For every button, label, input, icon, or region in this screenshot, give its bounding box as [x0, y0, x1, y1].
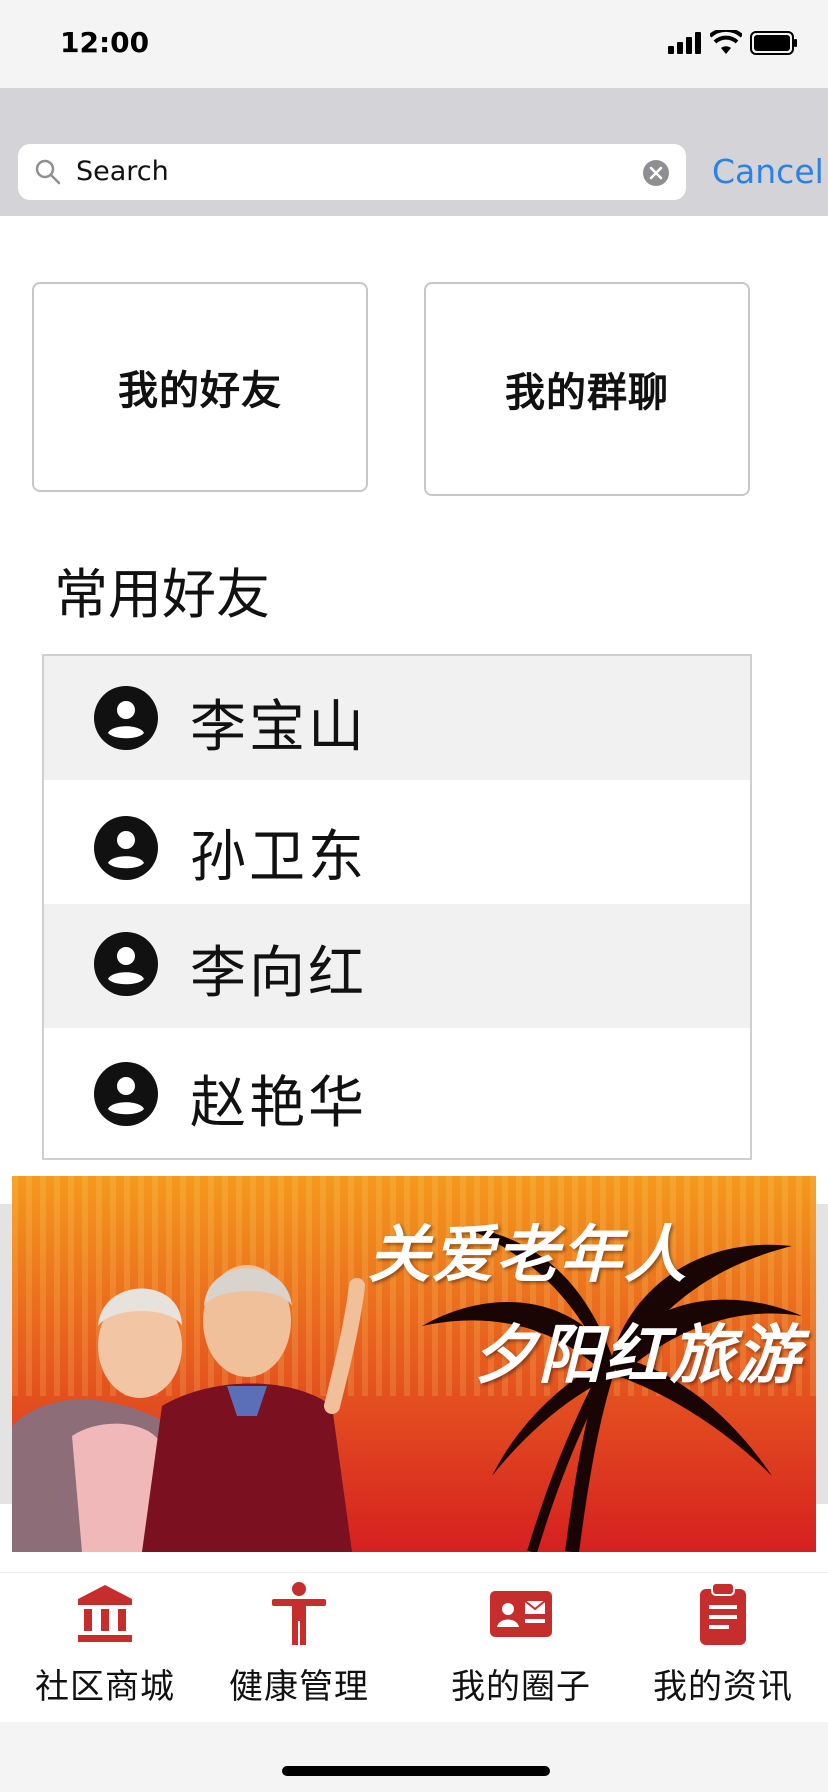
contact-card-icon — [490, 1591, 552, 1637]
tab-label: 我的圈子 — [451, 1667, 591, 1707]
tab-label: 健康管理 — [229, 1667, 369, 1707]
battery-icon — [750, 31, 797, 55]
tab-label: 社区商城 — [35, 1667, 175, 1707]
section-title: 常用好友 — [54, 563, 270, 626]
clear-search-icon[interactable] — [642, 159, 670, 187]
bottom-tab-bar: 社区商城 健康管理 我的圈子 我的资讯 — [0, 1572, 828, 1722]
clipboard-icon — [700, 1582, 746, 1645]
my-groups-button[interactable]: 我的群聊 — [424, 282, 750, 496]
my-friends-label: 我的好友 — [118, 368, 282, 414]
person-avatar-icon — [94, 686, 158, 750]
my-friends-button[interactable]: 我的好友 — [32, 282, 368, 492]
banner-edge — [0, 1204, 12, 1504]
friend-name: 李向红 — [190, 941, 367, 1006]
tab-label: 我的资讯 — [653, 1667, 793, 1707]
cancel-button[interactable]: Cancel — [712, 152, 824, 191]
home-indicator[interactable] — [282, 1766, 550, 1776]
search-placeholder[interactable]: Search — [76, 156, 169, 187]
list-item[interactable]: 李向红 — [44, 904, 750, 1028]
person-avatar-icon — [94, 932, 158, 996]
frequent-friends-list: 李宝山 孙卫东 李向红 赵艳华 — [42, 654, 752, 1160]
person-avatar-icon — [94, 1062, 158, 1126]
my-groups-label: 我的群聊 — [505, 370, 669, 416]
tab-health-management[interactable]: 健康管理 — [208, 1573, 390, 1723]
friend-name: 李宝山 — [190, 695, 367, 760]
wifi-icon — [710, 30, 742, 54]
list-item[interactable]: 李宝山 — [44, 656, 750, 780]
list-item[interactable]: 孙卫东 — [44, 780, 750, 904]
banner-subheadline: 夕阳红旅游 — [472, 1319, 802, 1393]
tab-community-mall[interactable]: 社区商城 — [14, 1573, 196, 1723]
status-time: 12:00 — [60, 26, 150, 59]
list-item[interactable]: 赵艳华 — [44, 1028, 750, 1158]
tab-my-news[interactable]: 我的资讯 — [632, 1573, 814, 1723]
cellular-signal-icon — [668, 32, 701, 54]
tab-my-circle[interactable]: 我的圈子 — [430, 1573, 612, 1723]
home-indicator-area — [0, 1722, 828, 1792]
person-avatar-icon — [94, 816, 158, 880]
accessibility-icon — [272, 1582, 326, 1645]
friend-name: 孙卫东 — [190, 825, 367, 890]
search-icon — [35, 159, 61, 185]
banner-edge — [816, 1204, 828, 1504]
banner-headline: 关爱老年人 — [368, 1218, 689, 1291]
bank-icon — [78, 1585, 132, 1642]
friend-name: 赵艳华 — [190, 1071, 367, 1136]
